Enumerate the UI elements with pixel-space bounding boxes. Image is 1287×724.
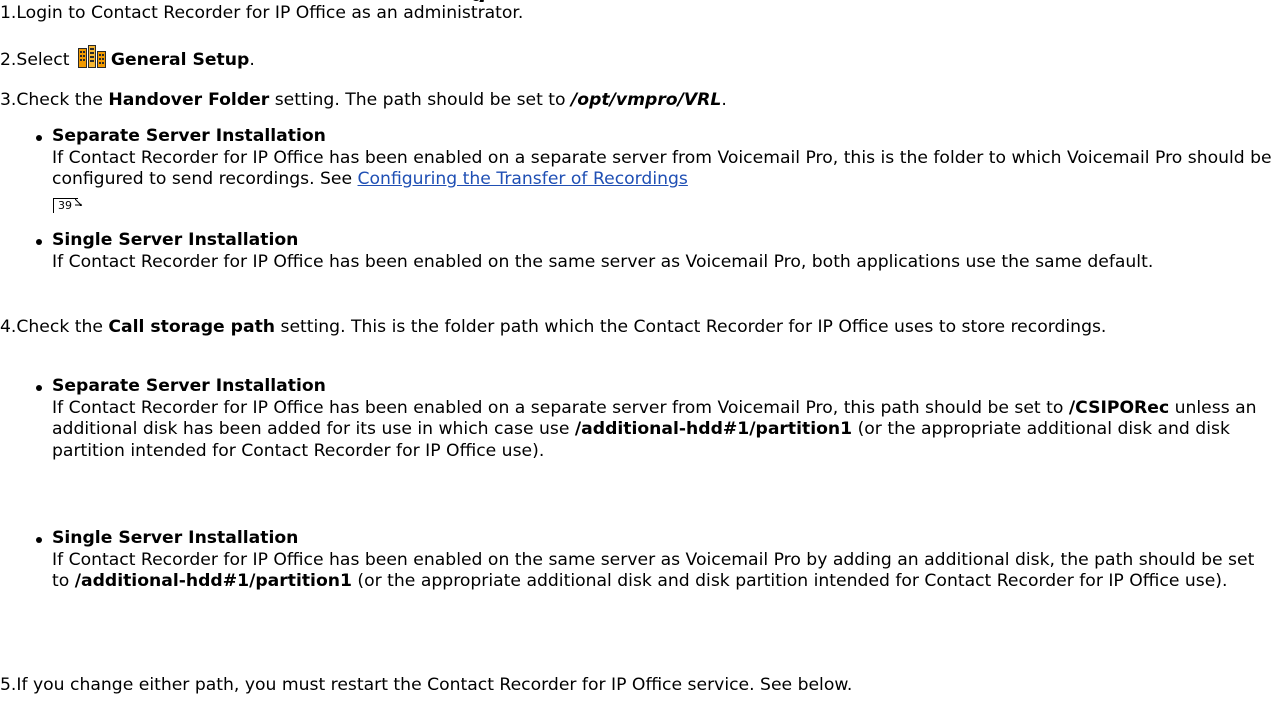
general-setup-label: General Setup [110, 50, 250, 70]
bullet-title: Separate Server Installation [52, 126, 326, 146]
step-text: Check the [16, 90, 109, 110]
step-text: Check the [16, 317, 109, 337]
call-storage-path-label: Call storage path [108, 317, 276, 337]
bullet-text: If Contact Recorder for IP Office has be… [52, 398, 1276, 463]
bullet-text: If Contact Recorder for IP Office has be… [52, 550, 1276, 593]
bullet-title: Separate Server Installation [52, 376, 326, 396]
csiporec-path: /CSIPORec [1068, 397, 1170, 418]
step-text: If you change either path, you must rest… [16, 675, 853, 695]
handover-folder-label: Handover Folder [108, 90, 270, 110]
step-text: Select [16, 50, 75, 70]
bullet-text: If Contact Recorder for IP Office has be… [52, 148, 1276, 213]
bullet-icon [36, 135, 42, 141]
configuring-transfer-link[interactable]: Configuring the Transfer of Recordings [358, 169, 688, 189]
bullet-text-b: (or the appropriate additional disk and … [351, 571, 1228, 591]
list-item: Separate Server Installation If Contact … [36, 126, 1276, 213]
step-3: 3.Check the Handover Folder setting. The… [0, 89, 1275, 111]
step-5: 5.If you change either path, you must re… [0, 674, 1275, 696]
step-text: setting. This is the folder path which t… [275, 317, 1107, 337]
bullet-text-a: If Contact Recorder for IP Office has be… [52, 397, 1069, 418]
bullet-icon [36, 385, 42, 391]
bullet-icon [36, 239, 42, 245]
step-2: 2.Select General Setup. [0, 45, 1275, 71]
step-number: 2. [0, 50, 17, 70]
page-ref-arrow-icon[interactable]: 39 [53, 197, 83, 213]
step-text: setting. The path should be set to [269, 90, 572, 110]
step-number: 1. [0, 3, 17, 23]
step-4: 4.Check the Call storage path setting. T… [0, 316, 1275, 338]
document-page: g 1.Login to Contact Recorder for IP Off… [0, 0, 1287, 724]
step-number: 5. [0, 675, 17, 695]
step-number: 4. [0, 317, 17, 337]
bullet-title: Single Server Installation [52, 528, 299, 548]
additional-hdd-path: /additional-hdd#1/partition1 [574, 419, 853, 439]
bullet-icon [36, 537, 42, 543]
list-item: Single Server Installation If Contact Re… [36, 528, 1276, 593]
step-text: . [721, 90, 727, 110]
page-ref-number: 39 [58, 198, 72, 212]
list-item: Separate Server Installation If Contact … [36, 376, 1276, 462]
step-number: 3. [0, 90, 17, 110]
step-text: . [249, 50, 255, 70]
bullet-title: Single Server Installation [52, 230, 299, 250]
general-setup-icon [77, 45, 107, 69]
list-item: Single Server Installation If Contact Re… [36, 230, 1276, 273]
step-1: 1.Login to Contact Recorder for IP Offic… [0, 2, 1275, 24]
handover-path: /opt/vmpro/VRL [571, 90, 722, 110]
additional-hdd-path: /additional-hdd#1/partition1 [74, 571, 352, 591]
step-text: Login to Contact Recorder for IP Office … [16, 3, 524, 23]
bullet-text: If Contact Recorder for IP Office has be… [52, 251, 1154, 272]
